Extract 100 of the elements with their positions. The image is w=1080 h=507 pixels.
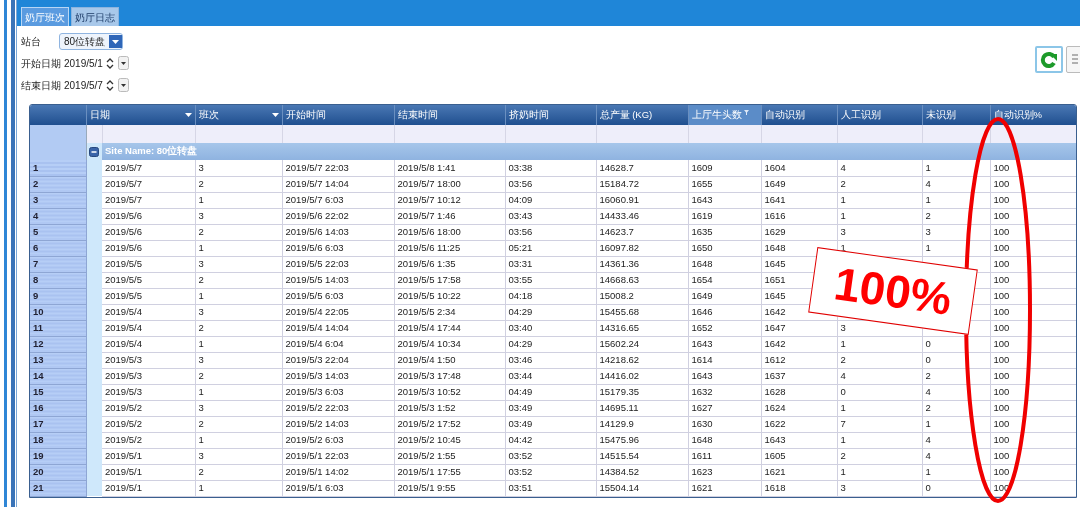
table-cell: 2019/5/4 14:04 [282,320,394,336]
sort-caret-icon[interactable] [271,113,279,117]
table-cell: 04:29 [505,336,596,352]
table-cell: 100 [990,336,1076,352]
tab[interactable]: 奶厅日志 [71,7,119,26]
table-cell: 2019/5/6 18:00 [394,224,505,240]
table-cell: 2019/5/6 22:02 [282,208,394,224]
table-cell: 2 [837,352,922,368]
table-cell: 1616 [761,208,837,224]
table-cell: 100 [990,240,1076,256]
table-cell: 03:49 [505,416,596,432]
column-header[interactable]: 上厅牛头数 [688,105,761,125]
table-cell: 100 [990,192,1076,208]
table-cell: 1 [837,432,922,448]
table-cell: 1611 [688,448,761,464]
table-cell: 1643 [688,368,761,384]
dropdown-icon [118,56,129,70]
table-cell: 2 [195,320,282,336]
table-cell: 2019/5/5 10:22 [394,288,505,304]
table-cell: 2019/5/3 [102,384,195,400]
table-cell: 1649 [688,288,761,304]
table-cell: 15504.14 [596,480,688,496]
table-cell: 15602.24 [596,336,688,352]
table-cell: 2 [195,464,282,480]
table-cell: 1 [837,464,922,480]
table-cell: 3 [195,208,282,224]
table-cell: 1648 [688,256,761,272]
table-cell: 1614 [688,352,761,368]
table-cell: 1635 [688,224,761,240]
table-cell: 1654 [688,272,761,288]
refresh-button[interactable] [1035,46,1063,73]
table-cell: 2019/5/4 10:34 [394,336,505,352]
table-cell: 1647 [761,320,837,336]
table-cell: 3 [195,352,282,368]
field-label: 开始日期 [21,56,62,71]
table-cell: 16060.91 [596,192,688,208]
table-cell: 2019/5/6 [102,224,195,240]
table-cell: 100 [990,288,1076,304]
table-cell: 1 [195,384,282,400]
table-cell: 2019/5/2 [102,416,195,432]
table-cell: 1618 [761,480,837,496]
table-cell: 1630 [688,416,761,432]
table-cell: 4 [922,448,990,464]
table-cell: 2 [195,224,282,240]
table-cell: 1643 [688,192,761,208]
filter-icon[interactable] [743,109,749,115]
table-cell: 2019/5/7 6:03 [282,192,394,208]
table-cell: 1 [837,336,922,352]
table-cell: 1627 [688,400,761,416]
table-cell: 0 [922,480,990,496]
table-cell: 2019/5/5 [102,288,195,304]
table-cell: 15184.72 [596,176,688,192]
table-cell: 1643 [688,336,761,352]
table-cell: 03:49 [505,400,596,416]
table-cell: 14129.9 [596,416,688,432]
table-cell: 2019/5/6 [102,240,195,256]
table-cell: 1637 [761,368,837,384]
table-cell: 2019/5/3 10:52 [394,384,505,400]
table-cell: 1629 [761,224,837,240]
dropdown-icon [118,78,129,92]
table-cell: 03:52 [505,464,596,480]
table-cell: 03:55 [505,272,596,288]
table-cell: 100 [990,432,1076,448]
table-cell: 2 [922,368,990,384]
table-cell: 2019/5/5 [102,256,195,272]
table-cell: 15179.35 [596,384,688,400]
table-cell: 3 [195,400,282,416]
table-cell: 4 [837,368,922,384]
table-cell: 2019/5/1 [102,448,195,464]
table-cell: 2019/5/2 22:03 [282,400,394,416]
table-cell: 100 [990,384,1076,400]
table-cell: 2019/5/4 6:04 [282,336,394,352]
table-cell: 1628 [761,384,837,400]
table-cell: 1619 [688,208,761,224]
field-label: 结束日期 [21,78,62,93]
group-header: Site Name: 80位转盘 [102,143,1076,160]
station-dropdown[interactable]: 80位转盘 [59,32,124,50]
table-cell: 2019/5/7 14:04 [282,176,394,192]
table-cell: 1646 [688,304,761,320]
table-cell: 2019/5/1 [102,480,195,496]
spinner-icon [106,79,114,91]
sort-caret-icon[interactable] [184,113,192,117]
table-cell: 2019/5/4 22:05 [282,304,394,320]
table-cell: 14668.63 [596,272,688,288]
table-cell: 2019/5/6 [102,208,195,224]
table-cell: 2019/5/6 11:25 [394,240,505,256]
table-cell: 1 [837,192,922,208]
table-cell: 1641 [761,192,837,208]
table-cell: 2019/5/4 1:50 [394,352,505,368]
table-cell: 2019/5/4 [102,336,195,352]
table-cell: 2019/5/2 10:45 [394,432,505,448]
table-cell: 100 [990,256,1076,272]
table-cell: 2019/5/3 17:48 [394,368,505,384]
table-cell: 100 [990,160,1076,176]
table-cell: 2019/5/6 6:03 [282,240,394,256]
table-cell: 03:51 [505,480,596,496]
table-cell: 2019/5/7 22:03 [282,160,394,176]
collapse-toggle-icon[interactable] [88,146,99,157]
row-number: 1 [30,160,86,176]
table-cell: 03:52 [505,448,596,464]
